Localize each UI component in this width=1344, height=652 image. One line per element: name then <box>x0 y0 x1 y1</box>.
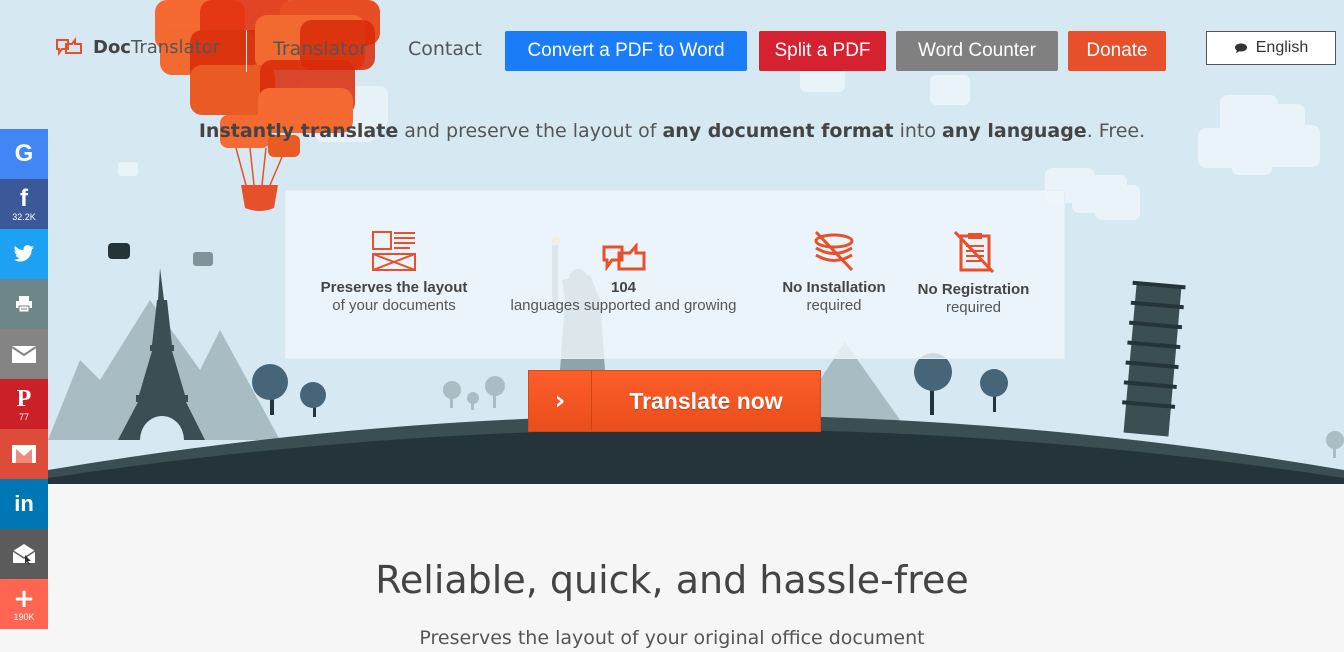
pinterest-icon: P <box>16 385 32 412</box>
gmail-icon <box>12 445 36 463</box>
share-gmail[interactable] <box>0 429 48 479</box>
nav-translator[interactable]: Translator <box>273 38 367 60</box>
nav-separator <box>246 30 247 72</box>
feature-layout: Preserves the layout of your documents <box>314 231 474 315</box>
feature-subtitle: languages supported and growing <box>510 297 737 314</box>
translate-bubbles-icon <box>602 243 645 271</box>
facebook-icon: f <box>20 184 28 212</box>
google-icon: G <box>14 140 34 167</box>
feature-languages: 104 languages supported and growing <box>491 243 756 315</box>
donate-button[interactable]: Donate <box>1068 31 1166 71</box>
share-pinterest[interactable]: P 77 <box>0 379 48 429</box>
hero-banner: DocTranslator Translator Contact Convert… <box>0 0 1344 484</box>
chevron-right-icon: › <box>529 371 592 431</box>
feature-no-registration: No Registration required <box>906 231 1041 317</box>
logo[interactable]: DocTranslator <box>55 36 220 58</box>
feature-no-installation: No Installation required <box>769 231 899 315</box>
open-envelope-icon <box>12 544 36 565</box>
share-google[interactable]: G <box>0 129 48 179</box>
floating-bubble-dark <box>108 243 130 259</box>
share-facebook[interactable]: f 32.2K <box>0 179 48 229</box>
share-email[interactable] <box>0 329 48 379</box>
linkedin-icon: in <box>14 491 34 516</box>
language-selector[interactable]: English <box>1206 31 1336 65</box>
convert-pdf-to-word-button[interactable]: Convert a PDF to Word <box>505 31 747 71</box>
plus-icon: + <box>13 583 35 614</box>
logo-text: DocTranslator <box>93 36 221 58</box>
social-share-bar: G f 32.2K P 77 in + 190K <box>0 129 48 629</box>
tagline: Instantly translate and preserve the lay… <box>198 120 1146 142</box>
logo-icon <box>56 37 82 56</box>
translate-now-label: Translate now <box>629 387 783 414</box>
section-subtitle: Preserves the layout of your original of… <box>419 627 925 649</box>
feature-title: No Registration <box>917 281 1030 298</box>
split-pdf-button[interactable]: Split a PDF <box>759 31 886 71</box>
twitter-icon <box>13 245 34 262</box>
translate-now-button[interactable]: › Translate now <box>528 370 821 432</box>
feature-title: No Installation <box>782 279 886 296</box>
section-title: Reliable, quick, and hassle-free <box>375 558 969 602</box>
no-install-icon <box>814 231 854 271</box>
share-twitter[interactable] <box>0 229 48 279</box>
nav-contact[interactable]: Contact <box>408 38 482 60</box>
feature-title: 104 <box>610 279 637 296</box>
no-registration-icon <box>953 231 994 273</box>
feature-subtitle: required <box>806 297 862 314</box>
speech-bubble-balloon <box>155 0 380 211</box>
facebook-share-count: 32.2K <box>12 211 36 222</box>
share-more[interactable]: + 190K <box>0 579 48 629</box>
feature-title: Preserves the layout <box>320 279 468 296</box>
envelope-icon <box>12 345 36 363</box>
share-print[interactable] <box>0 279 48 329</box>
speech-bubble-icon <box>1234 43 1247 53</box>
pinterest-share-count: 77 <box>18 411 29 422</box>
features-panel: Preserves the layout of your documents 1… <box>285 190 1065 359</box>
feature-subtitle: of your documents <box>332 297 456 314</box>
language-label: English <box>1255 39 1309 56</box>
trees-right <box>914 353 1008 415</box>
feature-subtitle: required <box>945 299 1002 316</box>
total-share-count: 190K <box>13 611 35 622</box>
share-mail-client[interactable] <box>0 529 48 579</box>
floating-bubble-grey <box>193 252 213 266</box>
printer-icon <box>16 296 32 313</box>
leaning-tower-of-pisa <box>1122 280 1186 437</box>
word-counter-button[interactable]: Word Counter <box>896 31 1058 71</box>
layout-icon <box>372 231 416 271</box>
share-linkedin[interactable]: in <box>0 479 48 529</box>
